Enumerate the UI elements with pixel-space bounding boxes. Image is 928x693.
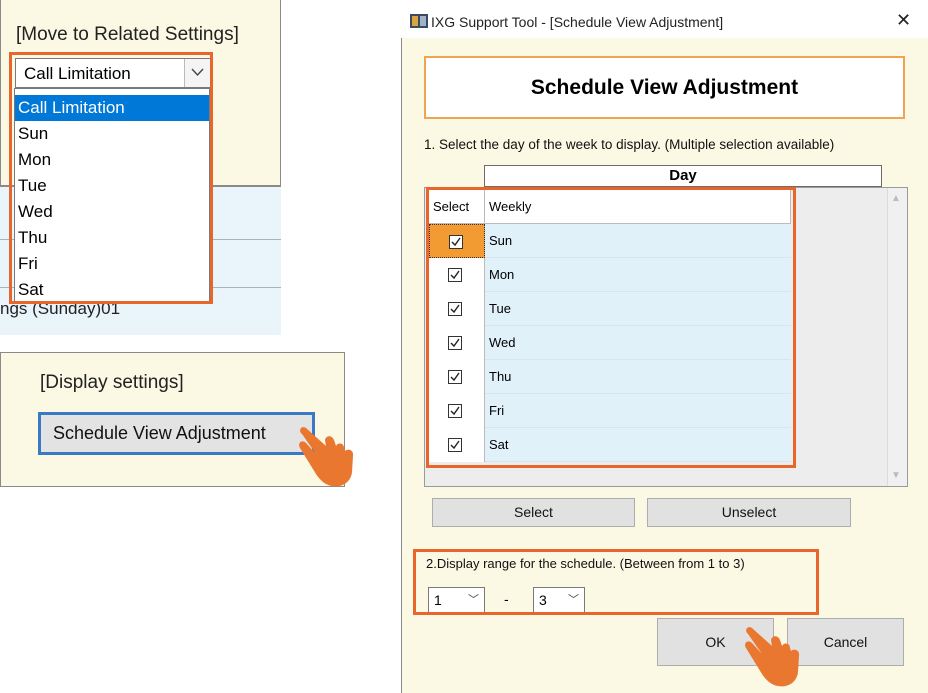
display-settings-title: [Display settings] xyxy=(40,372,184,393)
schedule-view-adjustment-button[interactable]: Schedule View Adjustment xyxy=(38,412,315,455)
step1-label: 1. Select the day of the week to display… xyxy=(424,137,835,152)
select-all-button[interactable]: Select xyxy=(432,498,635,527)
dialog-header: Schedule View Adjustment xyxy=(424,56,905,119)
app-icon xyxy=(410,14,428,28)
unselect-all-button[interactable]: Unselect xyxy=(647,498,851,527)
grid-highlight-frame xyxy=(426,187,796,468)
dialog-title: IXG Support Tool - [Schedule View Adjust… xyxy=(431,14,724,30)
hand-pointer-icon xyxy=(299,427,354,487)
range-highlight-frame xyxy=(413,549,819,615)
grid-scrollbar[interactable] xyxy=(887,188,907,486)
related-settings-title: [Move to Related Settings] xyxy=(16,24,239,45)
dropdown-highlight-frame xyxy=(9,52,213,304)
close-icon[interactable]: ✕ xyxy=(896,10,911,31)
scroll-down-icon[interactable]: ▼ xyxy=(891,470,901,481)
day-column-header: Day xyxy=(484,165,882,187)
scroll-up-icon[interactable]: ▲ xyxy=(891,193,901,204)
hand-pointer-icon xyxy=(745,627,800,687)
